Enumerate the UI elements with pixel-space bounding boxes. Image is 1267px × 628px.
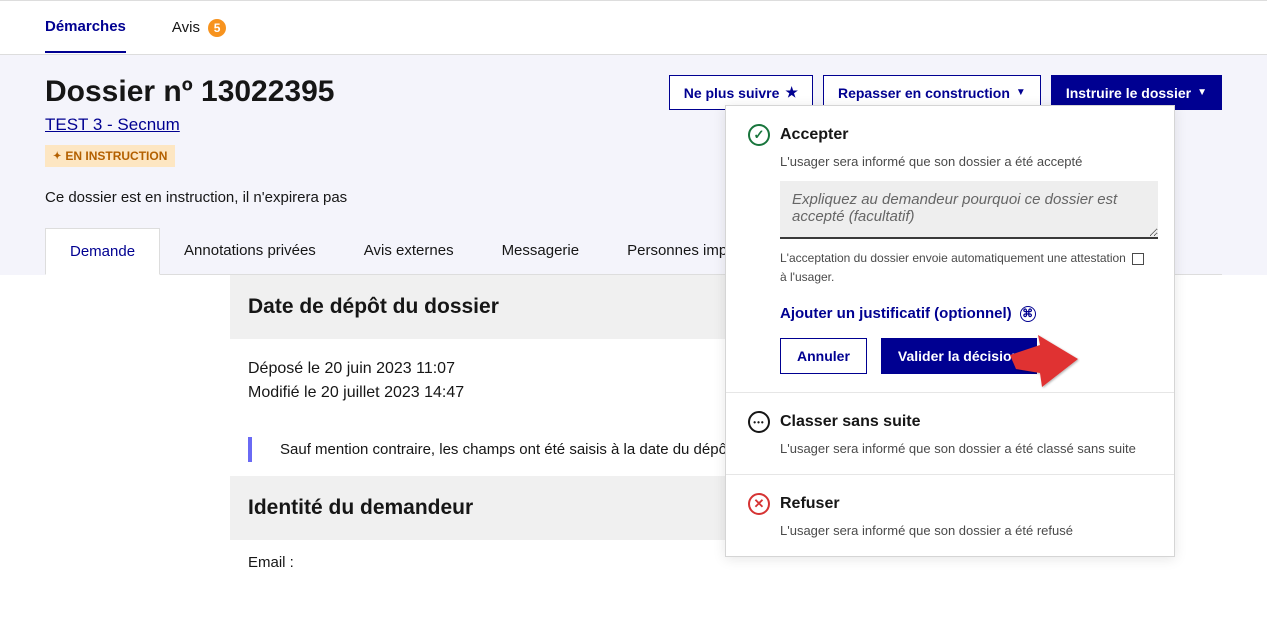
- top-nav: Démarches Avis 5: [0, 0, 1267, 55]
- add-justificatif-label: Ajouter un justificatif (optionnel): [780, 305, 1012, 322]
- nav-avis-label: Avis: [172, 19, 200, 36]
- decision-popover: ✓ Accepter L'usager sera informé que son…: [725, 105, 1175, 557]
- dismiss-title: Classer sans suite: [780, 413, 921, 431]
- refuse-section[interactable]: ✕ Refuser L'usager sera informé que son …: [726, 475, 1174, 556]
- validate-button[interactable]: Valider la décision: [881, 338, 1037, 374]
- dismiss-section[interactable]: ••• Classer sans suite L'usager sera inf…: [726, 393, 1174, 475]
- attachment-icon: ⌘: [1020, 306, 1036, 322]
- add-justificatif-link[interactable]: Ajouter un justificatif (optionnel) ⌘: [748, 305, 1152, 322]
- tab-demande[interactable]: Demande: [45, 228, 160, 275]
- refuse-title: Refuser: [780, 495, 840, 513]
- check-circle-icon: ✓: [748, 124, 770, 146]
- avis-count-badge: 5: [208, 19, 226, 37]
- dots-circle-icon: •••: [748, 411, 770, 433]
- accept-note: L'acceptation du dossier envoie automati…: [748, 249, 1152, 287]
- dismiss-desc: L'usager sera informé que son dossier a …: [748, 441, 1152, 456]
- status-badge: EN INSTRUCTION: [45, 145, 175, 167]
- tab-avis-externes[interactable]: Avis externes: [340, 228, 478, 274]
- external-link-icon: [1132, 253, 1144, 265]
- dossier-title: Dossier nº 13022395: [45, 75, 334, 109]
- accept-desc: L'usager sera informé que son dossier a …: [748, 154, 1152, 169]
- back-construction-label: Repasser en construction: [838, 85, 1010, 101]
- nav-avis[interactable]: Avis 5: [172, 3, 226, 53]
- tab-annotations[interactable]: Annotations privées: [160, 228, 340, 274]
- tab-messagerie[interactable]: Messagerie: [478, 228, 604, 274]
- accept-title: Accepter: [780, 126, 848, 144]
- x-circle-icon: ✕: [748, 493, 770, 515]
- accept-motivation-textarea[interactable]: Expliquez au demandeur pourquoi ce dossi…: [780, 181, 1158, 239]
- cancel-button[interactable]: Annuler: [780, 338, 867, 374]
- chevron-down-icon: ▼: [1197, 87, 1207, 98]
- chevron-down-icon: ▼: [1016, 87, 1026, 98]
- procedure-link[interactable]: TEST 3 - Secnum: [45, 115, 180, 134]
- nav-demarches[interactable]: Démarches: [45, 2, 126, 53]
- instruct-label: Instruire le dossier: [1066, 85, 1191, 101]
- refuse-desc: L'usager sera informé que son dossier a …: [748, 523, 1152, 538]
- star-icon: ★: [785, 84, 798, 101]
- unfollow-label: Ne plus suivre: [684, 85, 780, 101]
- accept-section: ✓ Accepter L'usager sera informé que son…: [726, 106, 1174, 393]
